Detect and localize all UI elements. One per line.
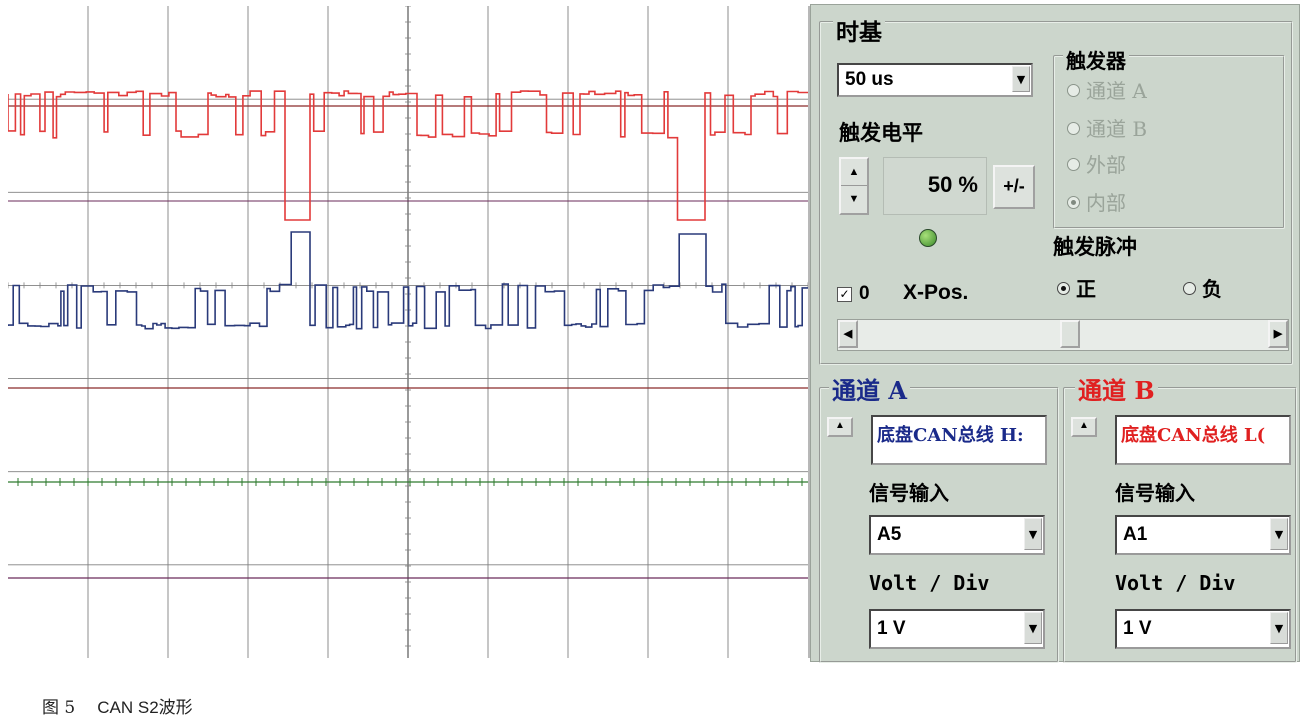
figure-number: 图 5 xyxy=(42,698,76,718)
xpos-label: X-Pos. xyxy=(903,281,969,304)
channel-a-signal-input-label: 信号输入 xyxy=(869,481,949,505)
trigger-level-display: 50 % xyxy=(883,157,987,215)
trigger-option-internal[interactable]: 内部 xyxy=(1067,187,1126,216)
channel-a-name-field[interactable]: 底盘CAN总线 H: xyxy=(871,415,1047,465)
scroll-thumb[interactable] xyxy=(1060,320,1080,348)
trigger-level-value: 50 % xyxy=(927,172,978,197)
channel-b-volt-select[interactable]: 1 V ▼ xyxy=(1115,609,1291,649)
scroll-right-icon[interactable]: ▶ xyxy=(1268,320,1288,348)
channel-b-signal-select[interactable]: A1 ▼ xyxy=(1115,515,1291,555)
chevron-down-icon[interactable]: ▼ xyxy=(1270,518,1288,550)
channel-a-title: 通道 A xyxy=(829,371,910,406)
channel-b-volt-div-label: Volt / Div xyxy=(1115,571,1236,595)
spin-down-icon[interactable]: ▼ xyxy=(841,186,867,212)
trigger-pulse-title: 触发脉冲 xyxy=(1053,234,1137,259)
timebase-select[interactable]: 50 us ▼ xyxy=(837,63,1033,97)
trigger-option-channel-a[interactable]: 通道 A xyxy=(1067,75,1147,104)
chevron-down-icon[interactable]: ▼ xyxy=(1024,518,1042,550)
radio-selected-icon xyxy=(1057,282,1070,295)
xpos-checkbox-label: 0 xyxy=(859,283,870,304)
radio-icon xyxy=(1183,282,1196,295)
timebase-value: 50 us xyxy=(845,69,894,90)
channel-a-volt-value: 1 V xyxy=(877,618,906,639)
figure-caption: 图 5 CAN S2波形 xyxy=(42,693,193,718)
spin-up-icon[interactable]: ▲ xyxy=(841,159,867,186)
figure-caption-text: CAN S2波形 xyxy=(97,698,193,717)
radio-selected-icon xyxy=(1067,196,1080,209)
trigger-title: 触发器 xyxy=(1063,45,1129,74)
chevron-down-icon[interactable]: ▼ xyxy=(1270,612,1288,644)
channel-a-scroll-up-icon[interactable]: ▲ xyxy=(827,417,853,437)
trigger-level-spinner[interactable]: ▲ ▼ xyxy=(839,157,869,215)
radio-icon xyxy=(1067,122,1080,135)
chevron-down-icon[interactable]: ▼ xyxy=(1024,612,1042,644)
invert-button[interactable]: +/- xyxy=(993,165,1035,209)
trigger-option-external[interactable]: 外部 xyxy=(1067,149,1126,178)
control-panel: 时基 50 us ▼ 触发电平 ▲ ▼ 50 % +/- ✓ 0 X-Pos. … xyxy=(810,4,1300,663)
radio-icon xyxy=(1067,84,1080,97)
channel-a-volt-div-label: Volt / Div xyxy=(869,571,990,595)
channel-a-signal-select[interactable]: A5 ▼ xyxy=(869,515,1045,555)
channel-b-scroll-up-icon[interactable]: ▲ xyxy=(1071,417,1097,437)
radio-icon xyxy=(1067,158,1080,171)
trigger-option-channel-b[interactable]: 通道 B xyxy=(1067,113,1147,142)
channel-a-signal-value: A5 xyxy=(877,524,902,545)
chevron-down-icon[interactable]: ▼ xyxy=(1012,66,1030,92)
channel-b-signal-value: A1 xyxy=(1123,524,1148,545)
xpos-scrollbar[interactable]: ◀ ▶ xyxy=(837,319,1289,351)
channel-b-title: 通道 B xyxy=(1075,371,1158,406)
trigger-pulse-negative[interactable]: 负 xyxy=(1183,273,1222,302)
trigger-level-label: 触发电平 xyxy=(839,120,923,145)
timebase-title: 时基 xyxy=(833,13,885,47)
channel-b-signal-input-label: 信号输入 xyxy=(1115,481,1195,505)
xpos-checkbox[interactable]: ✓ xyxy=(837,287,852,302)
trigger-pulse-positive[interactable]: 正 xyxy=(1057,273,1096,302)
scope-grid xyxy=(8,6,808,658)
channel-b-name-field[interactable]: 底盘CAN总线 L( xyxy=(1115,415,1291,465)
oscilloscope-display xyxy=(8,6,810,658)
scroll-left-icon[interactable]: ◀ xyxy=(838,320,858,348)
channel-b-volt-value: 1 V xyxy=(1123,618,1152,639)
channel-a-volt-select[interactable]: 1 V ▼ xyxy=(869,609,1045,649)
trigger-led-icon xyxy=(919,229,937,247)
waveform-canvas xyxy=(8,6,808,658)
